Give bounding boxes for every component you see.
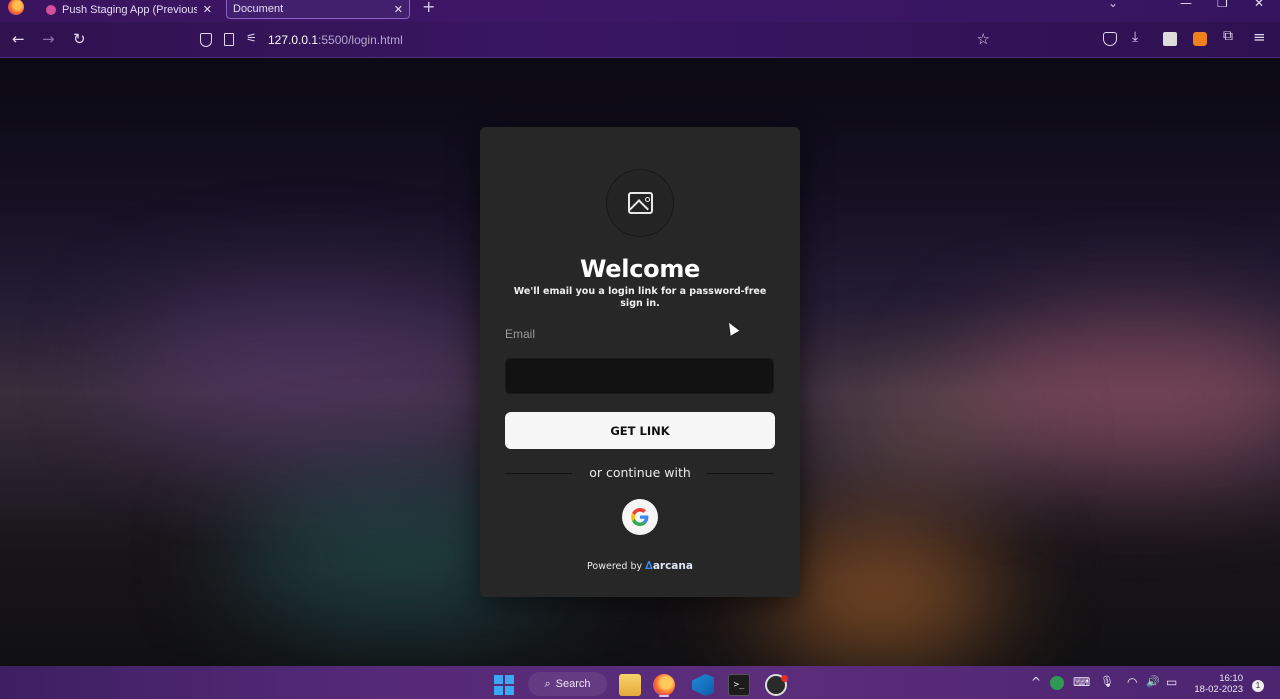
background-glow <box>120 289 500 449</box>
permissions-icon[interactable]: ⚟ <box>246 31 257 45</box>
tab-close-icon[interactable]: ✕ <box>203 3 212 16</box>
page-viewport: Welcome We'll email you a login link for… <box>0 59 1280 666</box>
list-tabs-icon[interactable]: ⌄ <box>1108 0 1118 10</box>
continue-with-text: or continue with <box>589 465 691 480</box>
tab-title: Document <box>233 3 284 15</box>
powered-by-text: Powered by <box>587 561 643 572</box>
login-title: Welcome <box>579 255 701 283</box>
windows-start-icon[interactable] <box>494 675 514 695</box>
forward-button[interactable]: → <box>42 30 55 48</box>
navigation-toolbar: ← → ↻ ⚟ 127.0.0.1:5500/login.html ☆ ⤓ ⧉ … <box>0 22 1280 58</box>
vscode-icon[interactable] <box>692 674 714 696</box>
hamburger-menu-icon[interactable]: ≡ <box>1253 28 1267 46</box>
address-bar[interactable]: ⚟ 127.0.0.1:5500/login.html ☆ <box>194 26 1000 54</box>
get-link-button[interactable]: GET LINK <box>505 412 775 449</box>
powered-by: Powered by ∆arcana <box>480 559 800 572</box>
taskbar-search[interactable]: ⌕ Search <box>528 672 607 696</box>
terminal-icon[interactable]: >_ <box>728 674 750 696</box>
microphone-icon[interactable]: 🎙 <box>1100 675 1114 689</box>
restore-button[interactable]: ❐ <box>1217 0 1228 10</box>
logo-placeholder <box>606 169 674 237</box>
close-window-button[interactable]: ✕ <box>1254 0 1264 10</box>
clock-time: 16:10 <box>1219 673 1243 684</box>
google-icon <box>631 508 649 526</box>
new-tab-button[interactable]: + <box>422 0 435 16</box>
file-explorer-icon[interactable] <box>619 674 641 696</box>
login-card: Welcome We'll email you a login link for… <box>480 127 800 597</box>
page-info-icon[interactable] <box>224 33 234 46</box>
extension-icon[interactable] <box>1163 32 1177 46</box>
pocket-icon[interactable] <box>1103 32 1117 46</box>
battery-icon[interactable]: ▭ <box>1166 675 1177 689</box>
tab-close-icon[interactable]: ✕ <box>394 3 403 16</box>
tab-push-staging[interactable]: Push Staging App (Previously EP ✕ <box>40 0 218 19</box>
login-subtitle: We'll email you a login link for a passw… <box>513 286 767 309</box>
extensions-icon[interactable]: ⧉ <box>1223 28 1237 44</box>
reload-button[interactable]: ↻ <box>73 30 86 48</box>
background-glow <box>820 389 1020 469</box>
back-button[interactable]: ← <box>12 30 25 48</box>
image-icon <box>628 192 653 214</box>
tray-chevron-icon[interactable]: ^ <box>1031 675 1041 689</box>
recording-dot-icon <box>781 675 788 682</box>
email-field[interactable] <box>505 358 774 394</box>
notification-badge[interactable]: 1 <box>1252 680 1264 692</box>
volume-icon[interactable]: 🔊 <box>1146 675 1160 689</box>
url-text[interactable]: 127.0.0.1:5500/login.html <box>268 33 403 47</box>
search-label: Search <box>555 678 591 690</box>
tab-title: Push Staging App (Previously EP <box>62 3 197 16</box>
firefox-icon[interactable] <box>8 0 24 15</box>
sync-icon[interactable] <box>1050 676 1064 690</box>
url-path: :5500/login.html <box>318 33 403 47</box>
push-favicon-icon <box>46 4 56 15</box>
google-login-button[interactable] <box>622 499 658 535</box>
bookmark-star-icon[interactable]: ☆ <box>977 30 990 48</box>
minimize-button[interactable]: — <box>1180 0 1192 10</box>
tab-document[interactable]: Document ✕ <box>226 0 410 19</box>
metamask-icon[interactable] <box>1193 32 1207 46</box>
active-app-indicator <box>659 695 669 697</box>
url-host: 127.0.0.1 <box>268 33 319 47</box>
arcana-logo-icon: ∆ <box>645 559 653 572</box>
tracking-shield-icon[interactable] <box>200 33 212 47</box>
wifi-icon[interactable]: ◠ <box>1127 675 1137 689</box>
firefox-taskbar-icon[interactable] <box>653 674 675 696</box>
taskbar: ⌕ Search >_ ^ ⌨ 🎙 ◠ 🔊 ▭ 16:10 18-02-2023… <box>0 666 1280 699</box>
keyboard-icon[interactable]: ⌨ <box>1073 675 1090 689</box>
downloads-icon[interactable]: ⤓ <box>1132 29 1146 45</box>
email-label: Email <box>505 327 536 341</box>
clock-date: 18-02-2023 <box>1194 684 1243 695</box>
tab-bar: Push Staging App (Previously EP ✕ Docume… <box>0 0 1280 22</box>
arcana-brand: arcana <box>652 560 693 572</box>
search-icon: ⌕ <box>544 677 551 690</box>
taskbar-clock[interactable]: 16:10 18-02-2023 <box>1191 673 1243 695</box>
